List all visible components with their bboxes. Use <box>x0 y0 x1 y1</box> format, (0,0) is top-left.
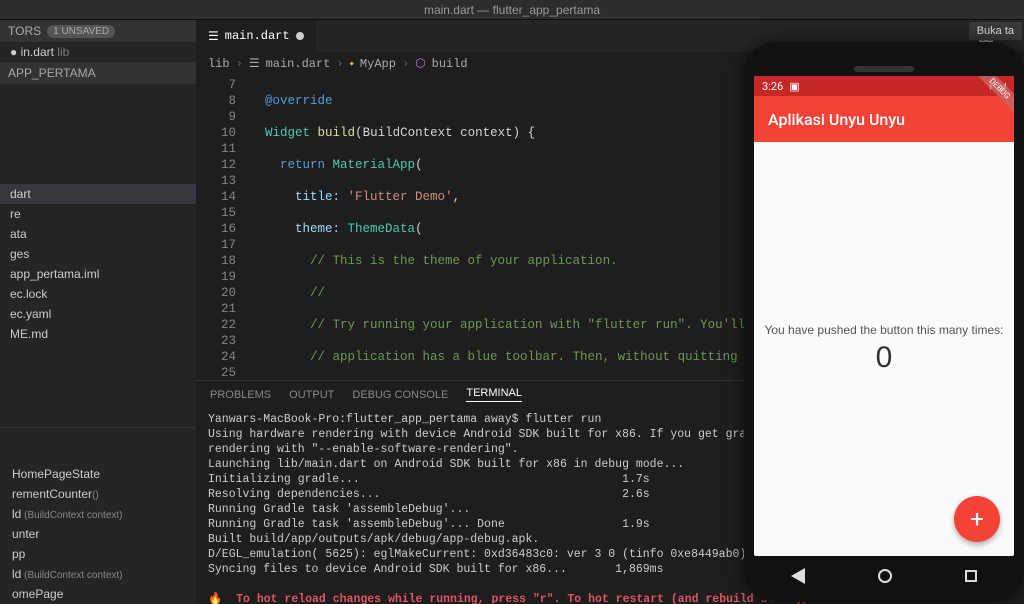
crumb[interactable]: main.dart <box>266 57 331 71</box>
nav-home-icon[interactable] <box>878 569 892 583</box>
explorer-item[interactable]: dart <box>0 184 196 204</box>
tab-main-dart[interactable]: ☰ main.dart <box>196 20 316 52</box>
unsaved-badge: 1 UNSAVED <box>47 25 115 38</box>
nav-recents-icon[interactable] <box>965 570 977 582</box>
sidebar: TORS 1 UNSAVED ● in.dart lib APP_PERTAMA… <box>0 20 196 604</box>
app-bar: Aplikasi Unyu Unyu <box>754 96 1014 142</box>
notification-icon: ▣ <box>789 80 799 93</box>
android-emulator: DEBUG 3:26 ▣ ▾ ◢ Aplikasi Unyu Unyu You … <box>744 42 1024 602</box>
open-editor-item[interactable]: ● in.dart lib <box>0 42 196 62</box>
outline-item[interactable]: ld (BuildContext context) <box>0 564 196 584</box>
app-body: You have pushed the button this many tim… <box>754 142 1014 556</box>
status-time: 3:26 <box>762 80 783 93</box>
outline-item[interactable]: HomePageState <box>0 464 196 484</box>
outline-item[interactable]: unter <box>0 524 196 544</box>
emulator-bezel-top <box>754 52 1014 76</box>
sidebar-header-label: TORS <box>8 24 41 38</box>
tab-problems[interactable]: PROBLEMS <box>210 389 271 401</box>
open-editors-header[interactable]: TORS 1 UNSAVED <box>0 20 196 42</box>
explorer-item[interactable]: ata <box>0 224 196 244</box>
crumb[interactable]: build <box>432 57 468 71</box>
explorer-item[interactable]: app_pertama.iml <box>0 264 196 284</box>
fab-button[interactable]: + <box>954 496 1000 542</box>
explorer-item[interactable]: re <box>0 204 196 224</box>
outline-panel: HomePageState rementCounter() ld (BuildC… <box>0 427 196 604</box>
explorer-item[interactable]: ges <box>0 244 196 264</box>
explorer-item[interactable]: ec.lock <box>0 284 196 304</box>
line-gutter: 7891011121314151617181920212223242526 <box>196 75 250 380</box>
open-editor-name: in.dart <box>21 45 54 59</box>
open-tab-button[interactable]: Buka ta <box>969 22 1022 40</box>
nav-back-icon[interactable] <box>791 568 805 584</box>
counter-value: 0 <box>876 341 893 375</box>
crumb[interactable]: MyApp <box>360 57 396 71</box>
outline-item[interactable]: omePage <box>0 584 196 604</box>
explorer-item[interactable]: ME.md <box>0 324 196 344</box>
outline-item[interactable]: pp <box>0 544 196 564</box>
body-caption: You have pushed the button this many tim… <box>764 323 1003 337</box>
app-title: Aplikasi Unyu Unyu <box>768 110 905 129</box>
emulator-screen[interactable]: DEBUG 3:26 ▣ ▾ ◢ Aplikasi Unyu Unyu You … <box>754 76 1014 556</box>
outline-item[interactable]: rementCounter() <box>0 484 196 504</box>
speaker-icon <box>854 66 914 72</box>
crumb[interactable]: lib <box>208 57 230 71</box>
android-nav-bar <box>754 556 1014 596</box>
file-icon: ☰ <box>208 29 219 44</box>
project-header[interactable]: APP_PERTAMA <box>0 62 196 84</box>
outline-item[interactable]: ld (BuildContext context) <box>0 504 196 524</box>
window-titlebar: main.dart — flutter_app_pertama <box>0 0 1024 20</box>
tab-terminal[interactable]: TERMINAL <box>466 387 522 402</box>
modified-dot-icon <box>296 32 304 40</box>
open-editor-path: lib <box>57 45 69 59</box>
tab-output[interactable]: OUTPUT <box>289 389 334 401</box>
tab-label: main.dart <box>225 29 290 43</box>
explorer-item[interactable]: ec.yaml <box>0 304 196 324</box>
tab-debug-console[interactable]: DEBUG CONSOLE <box>352 389 448 401</box>
status-bar: 3:26 ▣ ▾ ◢ <box>754 76 1014 96</box>
